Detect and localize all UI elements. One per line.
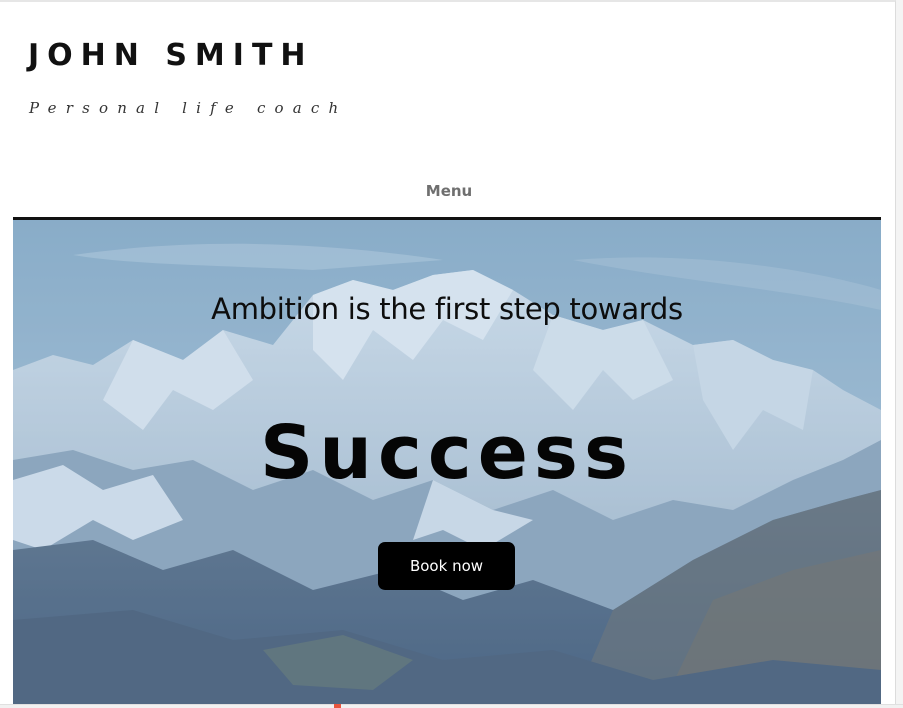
hero-subtitle: Ambition is the first step towards bbox=[211, 292, 683, 326]
hero-section: Ambition is the first step towards Succe… bbox=[13, 217, 881, 704]
menu-button[interactable]: Menu bbox=[420, 180, 478, 204]
book-now-button[interactable]: Book now bbox=[378, 542, 515, 590]
hero-title: Success bbox=[260, 410, 634, 496]
site-tagline: Personal life coach bbox=[29, 99, 348, 117]
site-title[interactable]: JOHN SMITH bbox=[28, 38, 314, 73]
bottom-marker bbox=[334, 704, 341, 708]
bottom-edge bbox=[0, 704, 903, 708]
scrollbar-gutter bbox=[896, 0, 903, 708]
